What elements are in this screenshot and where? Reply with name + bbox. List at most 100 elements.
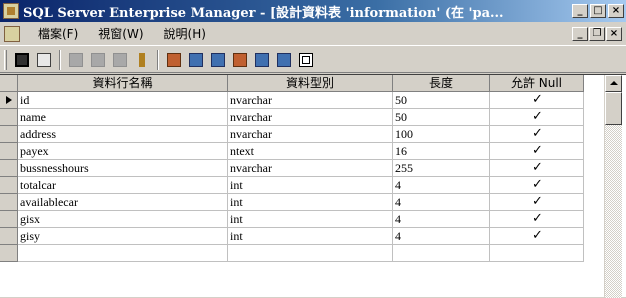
row-selector[interactable]: [0, 143, 18, 160]
enterprise-manager-icon[interactable]: [3, 3, 19, 19]
cut-button[interactable]: [65, 49, 87, 71]
table-row[interactable]: payex ntext 16 ✓: [0, 143, 584, 160]
grid-view-button[interactable]: [295, 49, 317, 71]
table-row[interactable]: address nvarchar 100 ✓: [0, 126, 584, 143]
table-row[interactable]: totalcar int 4 ✓: [0, 177, 584, 194]
triggers-button[interactable]: [229, 49, 251, 71]
primary-key-button[interactable]: [131, 49, 153, 71]
document-icon[interactable]: [4, 25, 20, 42]
cell-length[interactable]: 4: [393, 211, 490, 228]
cell-allow-null[interactable]: ✓: [490, 126, 584, 143]
dependencies-button[interactable]: [251, 49, 273, 71]
child-minimize-button[interactable]: _: [572, 26, 588, 41]
row-selector[interactable]: [0, 109, 18, 126]
cell-allow-null[interactable]: ✓: [490, 143, 584, 160]
row-selector[interactable]: [0, 228, 18, 245]
column-header-name[interactable]: 資料行名稱: [18, 75, 228, 92]
grid-corner[interactable]: [0, 75, 18, 92]
toolbar: [0, 47, 626, 73]
cell-data-type[interactable]: nvarchar: [228, 160, 393, 177]
properties-button[interactable]: [33, 49, 55, 71]
cell-data-type[interactable]: nvarchar: [228, 92, 393, 109]
save-button[interactable]: [11, 49, 33, 71]
scroll-up-arrow-icon[interactable]: [605, 75, 622, 92]
row-selector[interactable]: [0, 245, 18, 262]
table-row[interactable]: [0, 245, 584, 262]
table-row[interactable]: gisx int 4 ✓: [0, 211, 584, 228]
row-selector[interactable]: [0, 194, 18, 211]
cell-data-type[interactable]: [228, 245, 393, 262]
child-restore-button[interactable]: ❐: [589, 26, 605, 41]
cell-column-name[interactable]: gisx: [18, 211, 228, 228]
column-header-allow-null[interactable]: 允許 Null: [490, 75, 584, 92]
generate-script-button[interactable]: [273, 49, 295, 71]
cell-length[interactable]: 255: [393, 160, 490, 177]
cell-column-name[interactable]: bussnesshours: [18, 160, 228, 177]
cell-allow-null[interactable]: [490, 245, 584, 262]
table-row[interactable]: gisy int 4 ✓: [0, 228, 584, 245]
cell-column-name[interactable]: gisy: [18, 228, 228, 245]
dependencies-icon: [255, 52, 269, 67]
cell-length[interactable]: [393, 245, 490, 262]
close-button[interactable]: ×: [608, 4, 624, 18]
cell-column-name[interactable]: availablecar: [18, 194, 228, 211]
scroll-thumb[interactable]: [605, 92, 622, 125]
column-header-length[interactable]: 長度: [393, 75, 490, 92]
cell-allow-null[interactable]: ✓: [490, 160, 584, 177]
row-selector[interactable]: [0, 160, 18, 177]
paste-button[interactable]: [109, 49, 131, 71]
maximize-button[interactable]: □: [590, 4, 606, 18]
row-selector[interactable]: [0, 126, 18, 143]
table-row[interactable]: name nvarchar 50 ✓: [0, 109, 584, 126]
cell-length[interactable]: 100: [393, 126, 490, 143]
cell-data-type[interactable]: int: [228, 211, 393, 228]
cell-data-type[interactable]: int: [228, 194, 393, 211]
row-selector-current[interactable]: [0, 92, 18, 109]
row-selector[interactable]: [0, 211, 18, 228]
toolbar-grip[interactable]: [4, 49, 7, 70]
table-row[interactable]: availablecar int 4 ✓: [0, 194, 584, 211]
cell-length[interactable]: 50: [393, 109, 490, 126]
cell-allow-null[interactable]: ✓: [490, 92, 584, 109]
cell-allow-null[interactable]: ✓: [490, 177, 584, 194]
properties-icon: [37, 52, 51, 67]
vertical-scrollbar[interactable]: [604, 75, 622, 298]
cell-data-type[interactable]: int: [228, 228, 393, 245]
column-header-type[interactable]: 資料型別: [228, 75, 393, 92]
cell-column-name[interactable]: address: [18, 126, 228, 143]
cell-data-type[interactable]: int: [228, 177, 393, 194]
cell-allow-null[interactable]: ✓: [490, 194, 584, 211]
child-close-button[interactable]: ×: [606, 26, 622, 41]
cell-allow-null[interactable]: ✓: [490, 228, 584, 245]
row-selector[interactable]: [0, 177, 18, 194]
cell-allow-null[interactable]: ✓: [490, 109, 584, 126]
menu-window[interactable]: 視窗(W): [88, 25, 153, 42]
minimize-button[interactable]: _: [572, 4, 588, 18]
copy-button[interactable]: [87, 49, 109, 71]
table-row[interactable]: bussnesshours nvarchar 255 ✓: [0, 160, 584, 177]
cell-length[interactable]: 4: [393, 228, 490, 245]
cell-length[interactable]: 50: [393, 92, 490, 109]
table-row[interactable]: id nvarchar 50 ✓: [0, 92, 584, 109]
cell-column-name[interactable]: [18, 245, 228, 262]
table-design-grid: 資料行名稱 資料型別 長度 允許 Null id nvarchar 50 ✓ n…: [0, 74, 626, 298]
relationships-button[interactable]: [163, 49, 185, 71]
menu-file[interactable]: 檔案(F): [28, 25, 88, 42]
cell-column-name[interactable]: id: [18, 92, 228, 109]
cell-length[interactable]: 4: [393, 194, 490, 211]
cell-data-type[interactable]: ntext: [228, 143, 393, 160]
cell-length[interactable]: 4: [393, 177, 490, 194]
title-bar[interactable]: SQL Server Enterprise Manager - [設計資料表 '…: [0, 0, 626, 22]
indexes-button[interactable]: [185, 49, 207, 71]
cell-data-type[interactable]: nvarchar: [228, 126, 393, 143]
mdi-buttons: _ ❐ ×: [572, 26, 623, 41]
grid-rows: id nvarchar 50 ✓ name nvarchar 50 ✓ addr…: [0, 92, 584, 262]
cell-column-name[interactable]: totalcar: [18, 177, 228, 194]
constraints-button[interactable]: [207, 49, 229, 71]
cell-column-name[interactable]: name: [18, 109, 228, 126]
menu-help[interactable]: 說明(H): [154, 25, 216, 42]
cell-allow-null[interactable]: ✓: [490, 211, 584, 228]
cell-length[interactable]: 16: [393, 143, 490, 160]
cell-column-name[interactable]: payex: [18, 143, 228, 160]
cell-data-type[interactable]: nvarchar: [228, 109, 393, 126]
